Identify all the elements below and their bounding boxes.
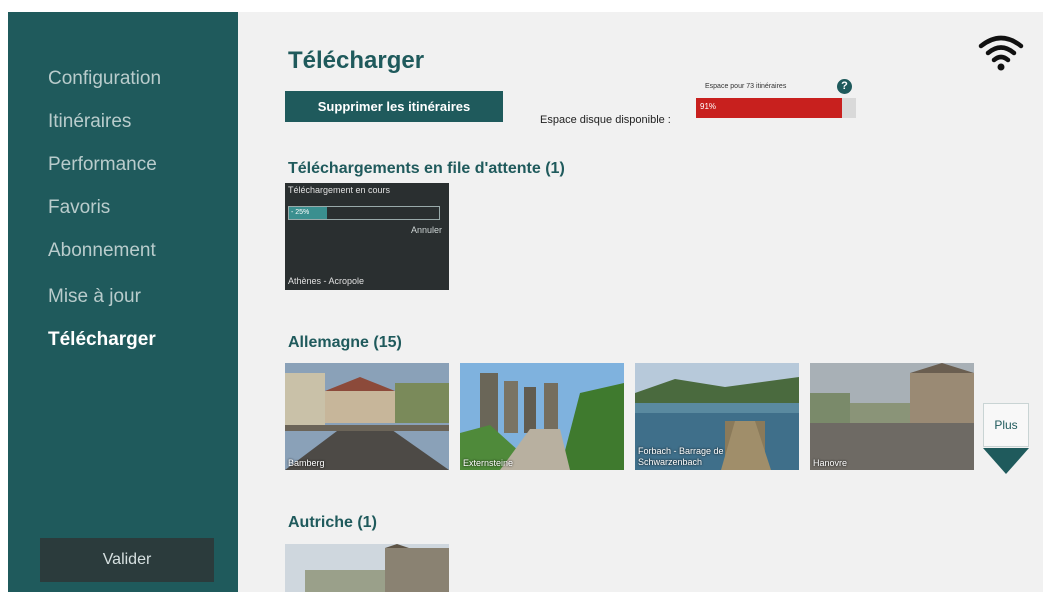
download-progress-bar: - 25% [288, 206, 440, 220]
sidebar: Configuration Itinéraires Performance Fa… [8, 12, 238, 592]
sidebar-item-telecharger[interactable]: Télécharger [48, 329, 156, 351]
space-note: Espace pour 73 itinéraires [705, 83, 787, 90]
disk-space-label: Espace disque disponible : [540, 114, 671, 126]
itinerary-thumb-externsteine[interactable]: Externsteine [460, 363, 624, 470]
download-progress-text: - 25% [291, 209, 310, 216]
wifi-icon [978, 35, 1024, 71]
thumb-label: Forbach - Barrage de Schwarzenbach [638, 446, 724, 467]
germany-section-title: Allemagne (15) [288, 334, 402, 351]
sidebar-item-mise-a-jour[interactable]: Mise à jour [48, 286, 141, 308]
itinerary-thumb-austria[interactable] [285, 544, 449, 592]
austria-section-title: Autriche (1) [288, 514, 377, 531]
disk-space-fill [696, 98, 842, 118]
help-icon[interactable]: ? [837, 79, 852, 94]
itinerary-thumb-bamberg[interactable]: Bamberg [285, 363, 449, 470]
externsteine-image [460, 363, 624, 470]
queue-section-title: Téléchargements en file d'attente (1) [288, 160, 565, 177]
validate-button[interactable]: Valider [40, 538, 214, 582]
main-panel: Télécharger Supprimer les itinéraires Es… [238, 12, 1043, 592]
more-button[interactable]: Plus [983, 403, 1029, 447]
delete-itineraries-button[interactable]: Supprimer les itinéraires [285, 91, 503, 122]
download-itinerary-name: Athènes - Acropole [288, 276, 365, 286]
chevron-down-icon[interactable] [983, 448, 1029, 474]
thumb-label: Bamberg [288, 458, 325, 468]
sidebar-item-performance[interactable]: Performance [48, 154, 157, 176]
hanovre-image [810, 363, 974, 470]
queue-download-card[interactable]: Téléchargement en cours - 25% Annuler At… [285, 183, 449, 290]
cancel-download-button[interactable]: Annuler [411, 225, 442, 235]
bamberg-image [285, 363, 449, 470]
download-status: Téléchargement en cours [288, 185, 391, 195]
thumb-label: Externsteine [463, 458, 514, 468]
itinerary-thumb-forbach[interactable]: Forbach - Barrage de Schwarzenbach [635, 363, 799, 470]
austria-image [285, 544, 449, 592]
sidebar-item-itineraires[interactable]: Itinéraires [48, 111, 131, 133]
disk-space-percent: 91% [700, 102, 717, 111]
thumb-label: Hanovre [813, 458, 848, 468]
page-title: Télécharger [288, 47, 425, 74]
itinerary-thumb-hanovre[interactable]: Hanovre [810, 363, 974, 470]
sidebar-item-abonnement[interactable]: Abonnement [48, 240, 156, 262]
sidebar-item-favoris[interactable]: Favoris [48, 197, 110, 219]
sidebar-item-configuration[interactable]: Configuration [48, 68, 161, 90]
disk-space-bar: 91% [696, 98, 856, 118]
